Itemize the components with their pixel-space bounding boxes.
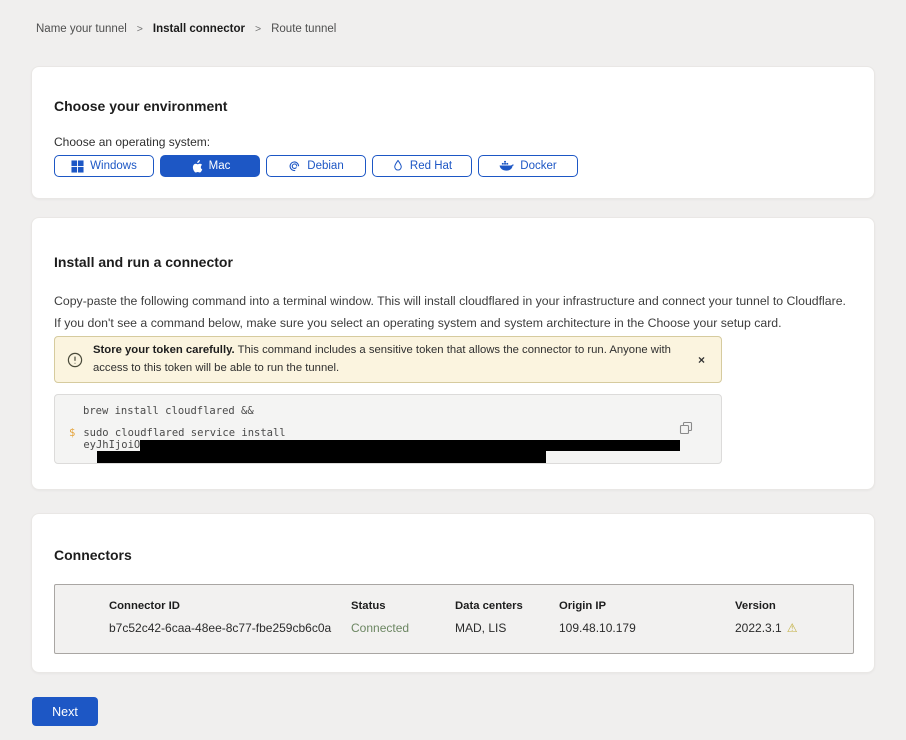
status-badge: Connected xyxy=(351,621,455,635)
connector-id-value: b7c52c42-6caa-48ee-8c77-fbe259cb6c0a xyxy=(109,621,351,635)
table-row: b7c52c42-6caa-48ee-8c77-fbe259cb6c0a Con… xyxy=(109,621,853,635)
os-button-mac[interactable]: Mac xyxy=(160,155,260,177)
column-header-version: Version xyxy=(735,600,853,612)
os-button-redhat[interactable]: Red Hat xyxy=(372,155,472,177)
close-icon[interactable]: × xyxy=(694,351,709,369)
environment-card-title: Choose your environment xyxy=(54,98,227,114)
environment-card: Choose your environment Choose an operat… xyxy=(31,66,875,199)
os-button-debian[interactable]: Debian xyxy=(266,155,366,177)
code-line-brew: brew install cloudflared && xyxy=(83,405,707,417)
column-header-connector-id: Connector ID xyxy=(109,600,351,612)
connectors-table: Connector ID Status Data centers Origin … xyxy=(54,584,854,654)
column-header-data-centers: Data centers xyxy=(455,600,559,612)
token-warning-text: Store your token carefully. This command… xyxy=(93,342,684,377)
breadcrumb-name-your-tunnel[interactable]: Name your tunnel xyxy=(36,23,127,35)
os-button-label: Mac xyxy=(209,160,231,172)
column-header-status: Status xyxy=(351,600,455,612)
copy-icon[interactable] xyxy=(677,419,695,440)
install-connector-description: Copy-paste the following command into a … xyxy=(54,291,850,334)
breadcrumb-separator: > xyxy=(255,23,261,35)
breadcrumb-install-connector[interactable]: Install connector xyxy=(153,23,245,35)
warning-triangle-icon: ⚠ xyxy=(787,621,798,635)
install-connector-card: Install and run a connector Copy-paste t… xyxy=(31,217,875,490)
windows-icon xyxy=(71,160,84,173)
info-circle-icon xyxy=(67,352,83,368)
breadcrumb-separator: > xyxy=(137,23,143,35)
os-button-label: Red Hat xyxy=(410,160,452,172)
os-button-label: Windows xyxy=(90,160,137,172)
origin-ip-value: 109.48.10.179 xyxy=(559,621,735,635)
token-redaction-bar xyxy=(140,440,680,451)
redhat-icon xyxy=(392,159,404,173)
breadcrumb: Name your tunnel > Install connector > R… xyxy=(36,23,336,35)
install-command-code-block[interactable]: brew install cloudflared && $ sudo cloud… xyxy=(54,394,722,464)
data-centers-value: MAD, LIS xyxy=(455,621,559,635)
debian-icon xyxy=(288,160,301,173)
os-button-windows[interactable]: Windows xyxy=(54,155,154,177)
os-button-docker[interactable]: Docker xyxy=(478,155,578,177)
docker-icon xyxy=(499,160,514,172)
connectors-title: Connectors xyxy=(54,547,132,563)
breadcrumb-route-tunnel[interactable]: Route tunnel xyxy=(271,23,336,35)
table-header-row: Connector ID Status Data centers Origin … xyxy=(109,600,853,612)
column-header-origin-ip: Origin IP xyxy=(559,600,735,612)
version-value: 2022.3.1 ⚠ xyxy=(735,621,853,635)
os-button-group: Windows Mac Debian Red Hat Docker xyxy=(54,155,578,177)
os-select-label: Choose an operating system: xyxy=(54,135,210,149)
token-warning-banner: Store your token carefully. This command… xyxy=(54,336,722,383)
connectors-card: Connectors Connector ID Status Data cent… xyxy=(31,513,875,673)
apple-icon xyxy=(190,159,203,174)
install-connector-title: Install and run a connector xyxy=(54,254,233,270)
version-number: 2022.3.1 xyxy=(735,621,782,635)
os-button-label: Docker xyxy=(520,160,556,172)
shell-prompt: $ xyxy=(69,427,75,451)
token-prefix: eyJhIjoiO xyxy=(83,439,140,451)
code-line-sudo: sudo cloudflared service install xyxy=(83,427,680,439)
token-warning-title: Store your token carefully. xyxy=(93,344,235,356)
token-redaction-bar xyxy=(97,451,546,463)
next-button[interactable]: Next xyxy=(32,697,98,726)
os-button-label: Debian xyxy=(307,160,343,172)
